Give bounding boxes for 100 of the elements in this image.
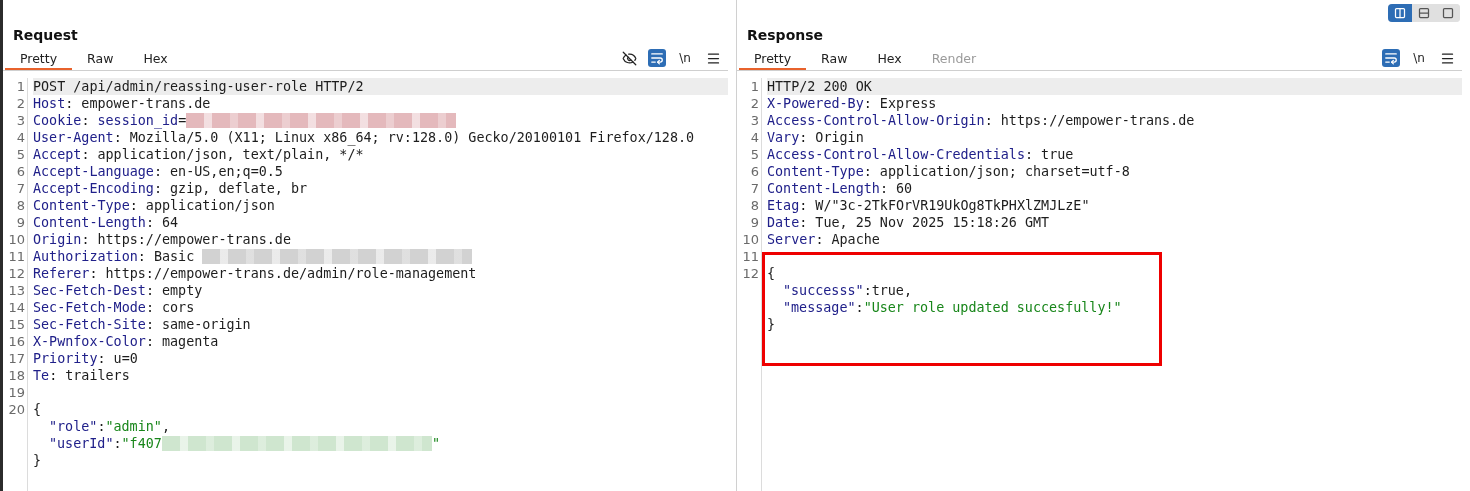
string-value: "User role updated succesfully!" <box>863 299 1122 316</box>
line-number: 3 <box>15 112 25 129</box>
code-text: : W/"3c-2TkFOrVR19UkOg8TkPHXlZMJLzE" <box>799 197 1090 214</box>
code-text: :true, <box>863 282 912 299</box>
newline-toggle[interactable]: \n <box>676 49 694 67</box>
field-name: session_id <box>97 112 179 129</box>
code-text: : <box>97 418 106 435</box>
field-name: Authorization <box>33 248 138 265</box>
field-name: "message" <box>783 299 856 316</box>
field-name: X-Pwnfox-Color <box>33 333 146 350</box>
tab[interactable]: Pretty <box>5 48 73 70</box>
tab[interactable]: Raw <box>806 48 863 70</box>
code-text: : <box>81 112 91 129</box>
code-text: : gzip, deflate, br <box>153 180 308 197</box>
field-name: Cookie <box>33 112 82 129</box>
line-number: 16 <box>7 333 25 350</box>
line-number: 10 <box>741 231 759 248</box>
tab[interactable]: Hex <box>128 48 183 70</box>
line-number: 11 <box>741 248 759 265</box>
panel-title: Request <box>12 26 79 44</box>
line-number: 17 <box>7 350 25 367</box>
string-value: "admin" <box>105 418 162 435</box>
line-number: 4 <box>15 129 25 146</box>
code-text: : empty <box>145 282 203 299</box>
field-name: Sec-Fetch-Mode <box>33 299 146 316</box>
line-number: 7 <box>15 180 25 197</box>
code-text: { <box>767 265 776 282</box>
code-text: : cors <box>145 299 195 316</box>
line-number: 9 <box>749 214 759 231</box>
code-text: : https://empower-trans.de <box>984 112 1195 129</box>
field-name: Access-Control-Allow-Credentials <box>767 146 1025 163</box>
code-text: : Apache <box>815 231 880 248</box>
line-number: 14 <box>7 299 25 316</box>
code-text: : 64 <box>145 214 179 231</box>
field-name: Access-Control-Allow-Origin <box>767 112 985 129</box>
code-text: : empower-trans.de <box>65 95 211 112</box>
code-text: : <box>113 435 122 452</box>
field-name: Priority <box>33 350 98 367</box>
newline-toggle[interactable]: \n <box>1410 49 1428 67</box>
field-name: Server <box>767 231 816 248</box>
line-number: 5 <box>749 146 759 163</box>
field-name: Content-Length <box>767 180 880 197</box>
code-text: : Origin <box>799 129 864 146</box>
string-value: " <box>431 435 440 452</box>
field-name: Sec-Fetch-Dest <box>33 282 146 299</box>
field-name: Accept-Encoding <box>33 180 154 197</box>
string-value: "f407 <box>121 435 162 452</box>
field-name: Sec-Fetch-Site <box>33 316 146 333</box>
line-number: 9 <box>15 214 25 231</box>
field-name: User-Agent <box>33 129 114 146</box>
line-number: 7 <box>749 180 759 197</box>
field-name: Etag <box>767 197 800 214</box>
code-text: : application/json <box>129 197 275 214</box>
line-number: 1 <box>15 78 25 95</box>
columns-layout-icon[interactable] <box>1388 4 1412 22</box>
tab[interactable]: Hex <box>862 48 917 70</box>
line-number: 18 <box>7 367 25 384</box>
wrap-text-icon[interactable] <box>648 49 666 67</box>
line-number: 2 <box>15 95 25 112</box>
code-text: , <box>161 418 170 435</box>
code-text: : same-origin <box>145 316 251 333</box>
field-name: Content-Length <box>33 214 146 231</box>
code-text: POST /api/admin/reassing-user-role HTTP/2 <box>33 78 364 95</box>
code-text: } <box>33 452 42 469</box>
field-name: Accept-Language <box>33 163 154 180</box>
code-text: : application/json, text/plain, */* <box>81 146 364 163</box>
eye-off-icon[interactable] <box>620 49 638 67</box>
tab[interactable]: Pretty <box>739 48 807 70</box>
line-number: 8 <box>15 197 25 214</box>
code-text: } <box>767 316 776 333</box>
code-text: : Tue, 25 Nov 2025 15:18:26 GMT <box>799 214 1050 231</box>
tab[interactable]: Raw <box>72 48 129 70</box>
field-name: Host <box>33 95 66 112</box>
code-text: : u=0 <box>97 350 138 367</box>
code-text: = <box>178 112 187 128</box>
line-number: 6 <box>749 163 759 180</box>
wrap-text-icon[interactable] <box>1382 49 1400 67</box>
panel-title: Response <box>746 26 825 44</box>
code-text: : application/json; charset=utf-8 <box>863 163 1130 180</box>
code-text: : Basic <box>137 248 196 265</box>
line-number: 3 <box>749 112 759 129</box>
code-text: : magenta <box>145 333 219 350</box>
line-number: 10 <box>7 231 25 248</box>
line-number: 4 <box>749 129 759 146</box>
code-text: : https://empower-trans.de/admin/role-management <box>89 265 477 282</box>
field-name: Origin <box>33 231 82 248</box>
code-text: : 60 <box>879 180 913 197</box>
code-text: HTTP/2 200 OK <box>767 78 872 95</box>
line-number: 12 <box>7 265 25 282</box>
field-name: "successs" <box>783 282 864 299</box>
field-name: "userId" <box>49 435 114 452</box>
code-text: { <box>33 401 42 418</box>
line-number: 11 <box>7 248 25 265</box>
line-number: 6 <box>15 163 25 180</box>
field-name: "role" <box>49 418 98 435</box>
line-number: 19 <box>7 384 25 401</box>
code-text: : en-US,en;q=0.5 <box>153 163 283 180</box>
code-text: : Mozilla/5.0 (X11; Linux x86_64; rv:128.0) Gecko/20100101 Firefox/128.0 <box>113 129 695 146</box>
code-text: : trailers <box>49 367 130 384</box>
line-number: 2 <box>749 95 759 112</box>
